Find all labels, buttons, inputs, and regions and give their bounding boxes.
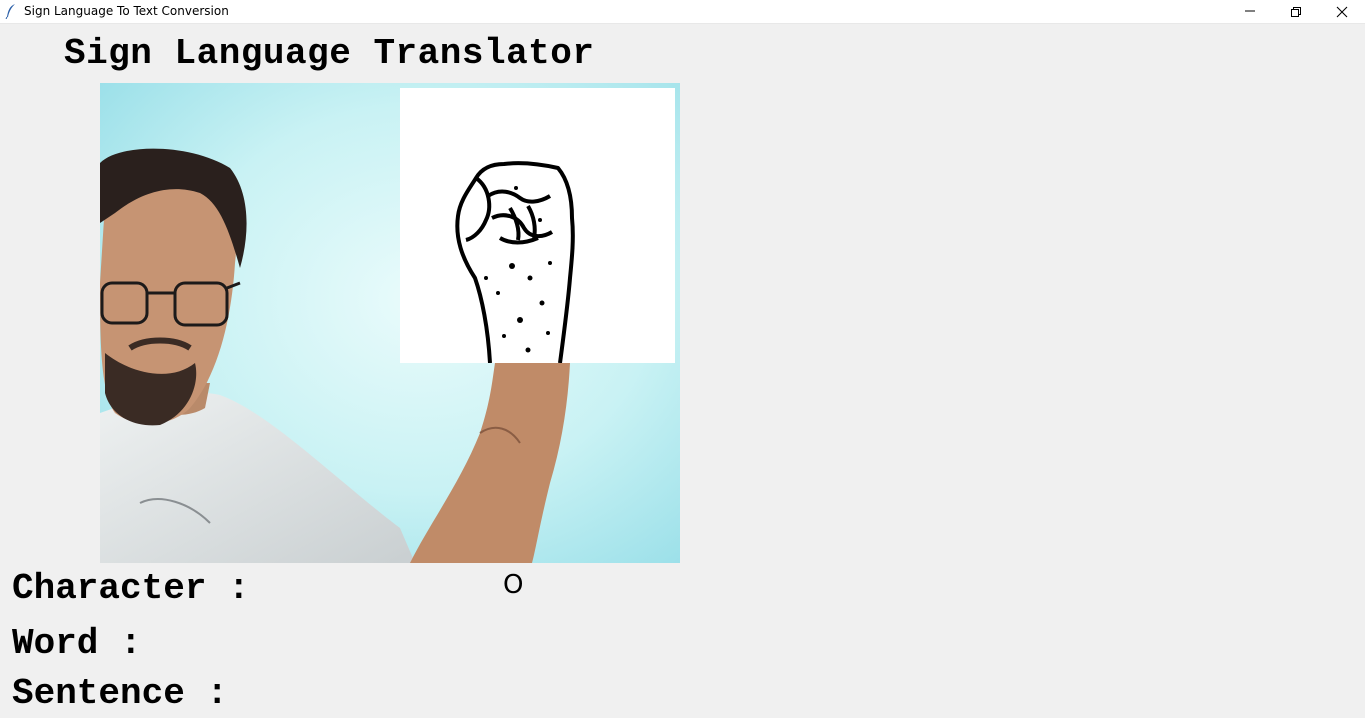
window-titlebar: Sign Language To Text Conversion: [0, 0, 1365, 24]
close-button[interactable]: [1319, 0, 1365, 23]
close-icon: [1336, 6, 1348, 18]
window-title: Sign Language To Text Conversion: [24, 4, 229, 18]
hand-skeleton-panel: [400, 88, 675, 363]
feather-icon: [5, 3, 17, 20]
word-label: Word :: [12, 623, 142, 664]
restore-icon: [1291, 7, 1301, 17]
minimize-button[interactable]: [1227, 0, 1273, 23]
minimize-icon: [1245, 10, 1255, 12]
character-label: Character :: [12, 568, 250, 609]
sentence-label: Sentence :: [12, 673, 229, 714]
character-value: O: [503, 570, 524, 600]
maximize-button[interactable]: [1273, 0, 1319, 23]
app-heading: Sign Language Translator: [64, 33, 595, 74]
hand-skeleton-icon: [455, 161, 575, 363]
